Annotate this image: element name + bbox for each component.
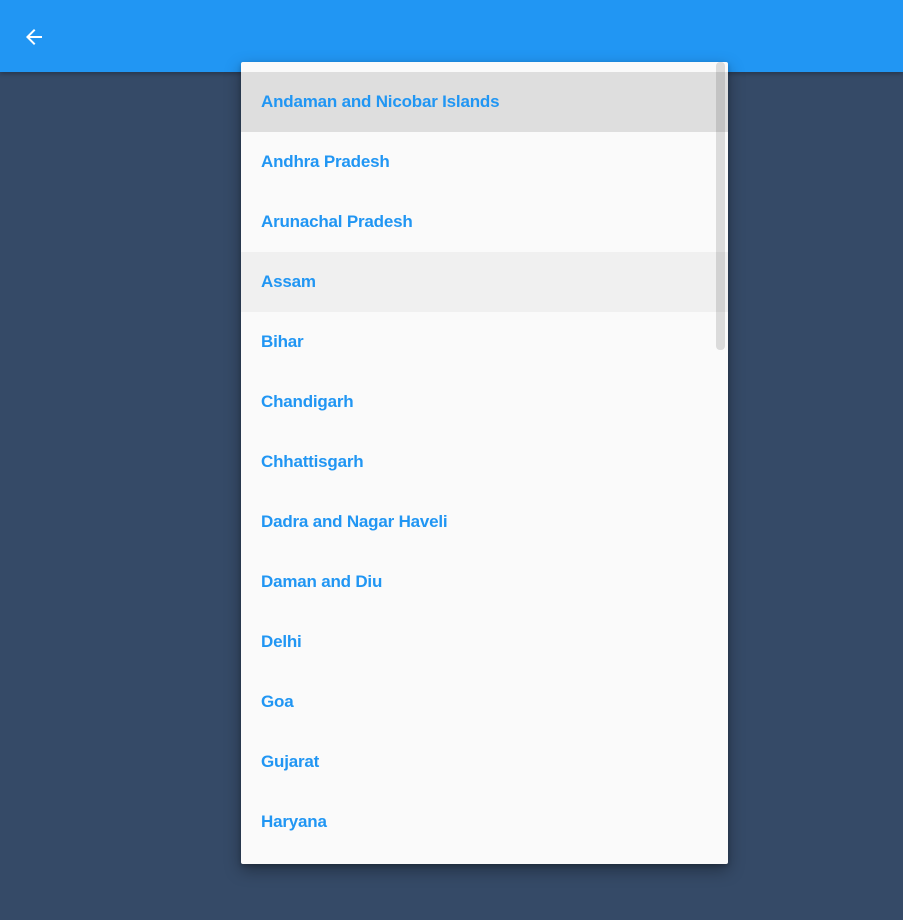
menu-item-label: Daman and Diu — [261, 572, 383, 591]
menu-item-delhi[interactable]: Delhi — [241, 612, 728, 672]
menu-item-label: Delhi — [261, 632, 302, 651]
back-button[interactable] — [14, 18, 54, 56]
menu-item-label: Andaman and Nicobar Islands — [261, 92, 500, 111]
menu-item-label: Gujarat — [261, 752, 320, 771]
menu-item-chandigarh[interactable]: Chandigarh — [241, 372, 728, 432]
menu-item-goa[interactable]: Goa — [241, 672, 728, 732]
scrollbar-thumb[interactable] — [716, 62, 725, 350]
menu-item-label: Goa — [261, 692, 294, 711]
menu-item-gujarat[interactable]: Gujarat — [241, 732, 728, 792]
menu-item-label: Assam — [261, 272, 316, 291]
menu-item-andhra-pradesh[interactable]: Andhra Pradesh — [241, 132, 728, 192]
menu-item-chhattisgarh[interactable]: Chhattisgarh — [241, 432, 728, 492]
menu-item-daman-and-diu[interactable]: Daman and Diu — [241, 552, 728, 612]
menu-item-assam[interactable]: Assam — [241, 252, 728, 312]
menu-item-label: Arunachal Pradesh — [261, 212, 413, 231]
menu-list: Andaman and Nicobar Islands Andhra Prade… — [241, 72, 728, 852]
dropdown-menu: Andaman and Nicobar Islands Andhra Prade… — [241, 62, 728, 864]
menu-item-bihar[interactable]: Bihar — [241, 312, 728, 372]
menu-item-label: Andhra Pradesh — [261, 152, 390, 171]
menu-item-label: Bihar — [261, 332, 304, 351]
menu-item-label: Dadra and Nagar Haveli — [261, 512, 448, 531]
menu-item-label: Chhattisgarh — [261, 452, 364, 471]
menu-item-haryana[interactable]: Haryana — [241, 792, 728, 852]
menu-item-dadra-and-nagar-haveli[interactable]: Dadra and Nagar Haveli — [241, 492, 728, 552]
menu-item-andaman-and-nicobar-islands[interactable]: Andaman and Nicobar Islands — [241, 72, 728, 132]
menu-item-label: Chandigarh — [261, 392, 354, 411]
menu-item-arunachal-pradesh[interactable]: Arunachal Pradesh — [241, 192, 728, 252]
arrow-back-icon — [26, 29, 42, 45]
menu-item-label: Haryana — [261, 812, 327, 831]
